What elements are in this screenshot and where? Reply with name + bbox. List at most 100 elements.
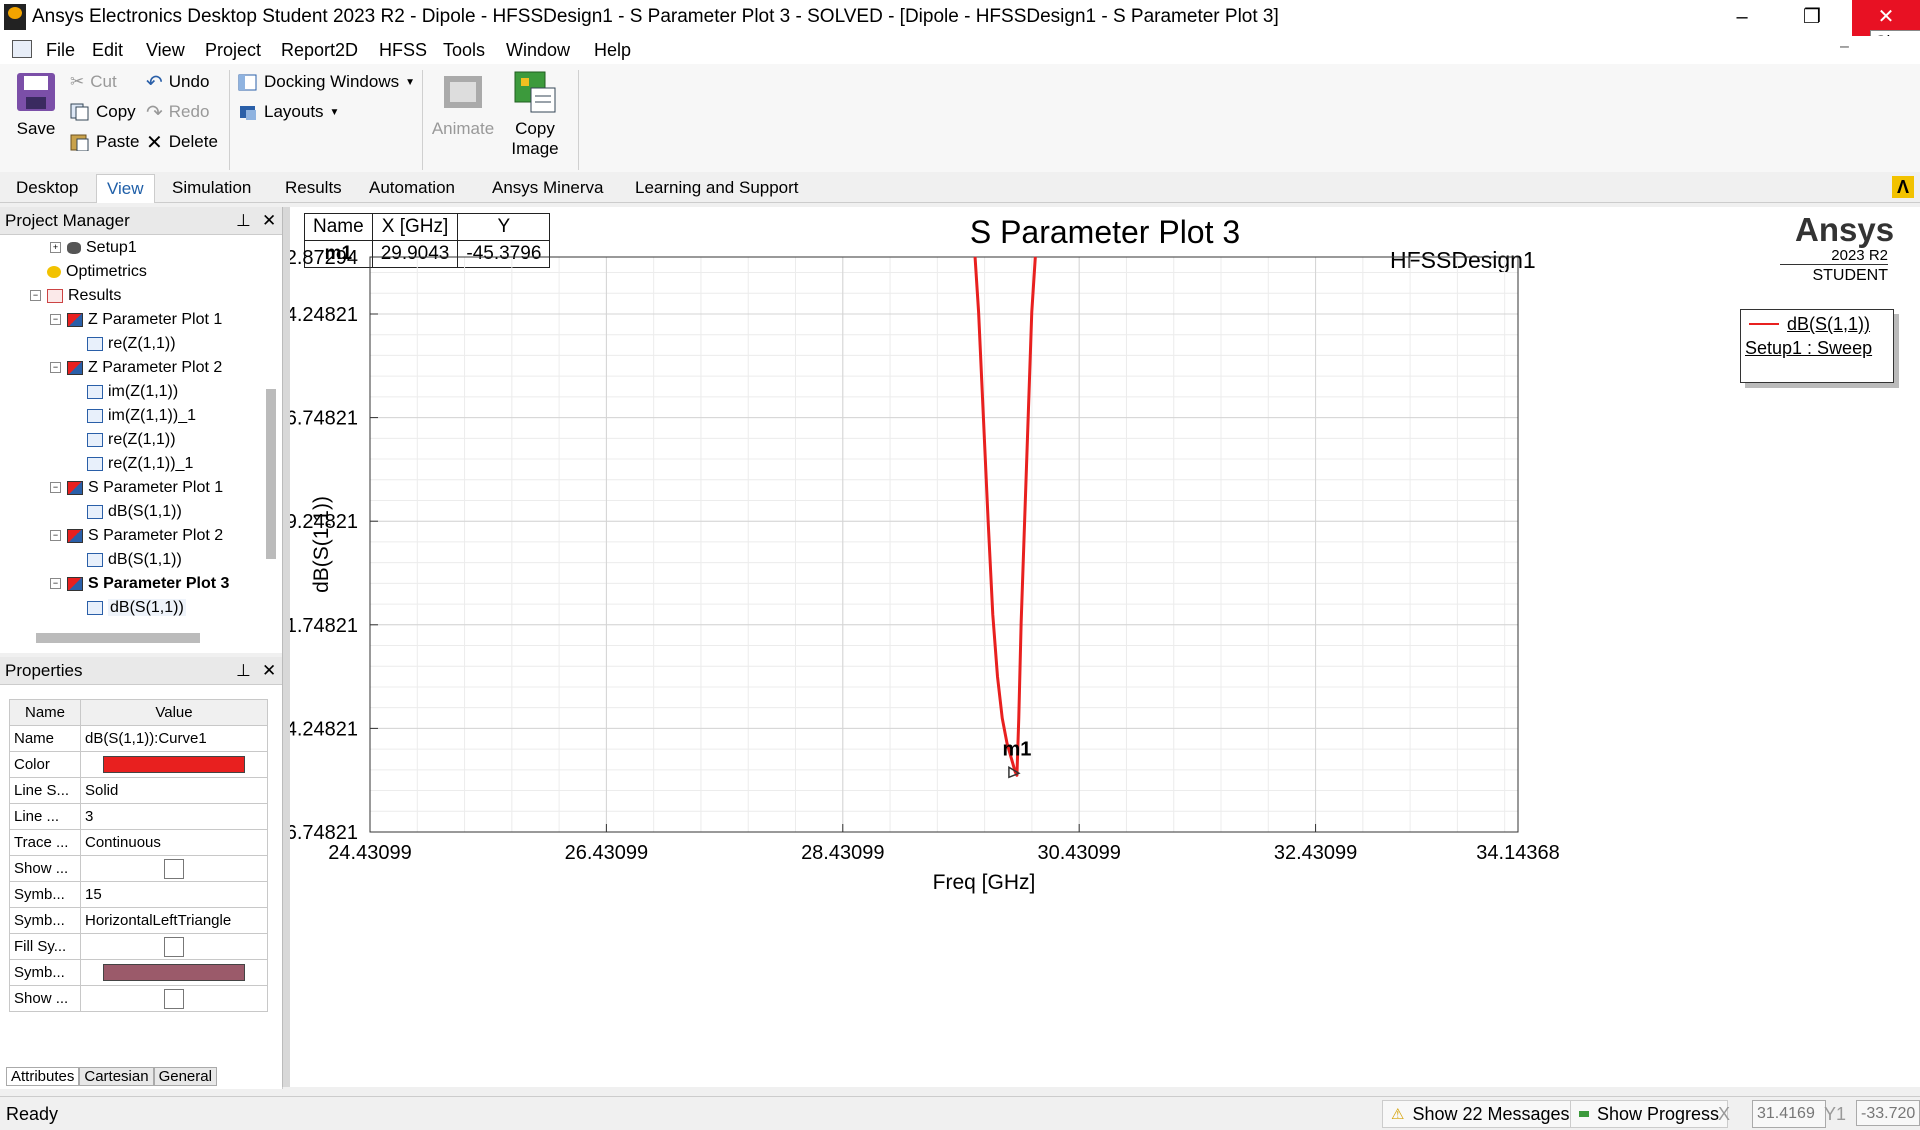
minimize-button[interactable]: –	[1712, 0, 1772, 36]
menu-view[interactable]: View	[146, 40, 185, 61]
tree-item-label: Z Parameter Plot 1	[88, 311, 223, 328]
property-value[interactable]	[80, 985, 268, 1012]
tab-view[interactable]: View	[96, 174, 155, 203]
cut-button[interactable]: ✂ Cut	[70, 70, 139, 94]
property-checkbox[interactable]	[164, 988, 184, 1009]
tree-item[interactable]: dB(S(1,1))	[70, 549, 182, 571]
redo-button[interactable]: ↷ Redo	[146, 100, 218, 124]
ribbon-separator	[578, 70, 579, 170]
tab-general[interactable]: General	[153, 1067, 217, 1086]
layouts-button[interactable]: Layouts ▼	[238, 100, 415, 124]
menu-hfss[interactable]: HFSS	[379, 40, 427, 61]
property-value[interactable]: HorizontalLeftTriangle	[80, 907, 268, 934]
delete-button[interactable]: ✕ Delete	[146, 130, 218, 154]
tree-item[interactable]: − S Parameter Plot 2	[50, 525, 223, 547]
collapse-icon[interactable]: −	[50, 530, 61, 542]
menu-edit[interactable]: Edit	[92, 40, 123, 61]
animate-button[interactable]: Animate	[428, 70, 498, 139]
property-row[interactable]: Show ...	[9, 855, 268, 882]
tab-results[interactable]: Results	[285, 178, 342, 198]
property-value[interactable]: Continuous	[80, 829, 268, 856]
tree-horizontal-scrollbar[interactable]	[36, 633, 200, 643]
tab-desktop[interactable]: Desktop	[16, 178, 78, 198]
menu-tools[interactable]: Tools	[443, 40, 485, 61]
property-row[interactable]: Trace ... Continuous	[9, 829, 268, 856]
tab-simulation[interactable]: Simulation	[172, 178, 251, 198]
document-menu-icon[interactable]	[12, 40, 32, 58]
paste-button[interactable]: Paste	[70, 130, 139, 154]
tree-item[interactable]: re(Z(1,1))_1	[70, 453, 193, 475]
menu-report2d[interactable]: Report2D	[281, 40, 358, 61]
tab-attributes[interactable]: Attributes	[6, 1067, 80, 1086]
property-value[interactable]	[80, 959, 268, 986]
tab-learning-and-support[interactable]: Learning and Support	[635, 178, 799, 198]
collapse-icon[interactable]: −	[50, 578, 61, 590]
restore-button[interactable]: ❐	[1782, 0, 1842, 36]
tree-item[interactable]: im(Z(1,1))	[70, 381, 178, 403]
tree-item[interactable]: − S Parameter Plot 3	[50, 573, 229, 595]
property-row[interactable]: Symb... 15	[9, 881, 268, 908]
docking-windows-icon	[238, 74, 257, 91]
s-parameter-chart[interactable]: 24.43099 26.43099 28.43099 30.43099 32.43099…	[290, 207, 1920, 1087]
show-progress-button[interactable]: Show Progress	[1570, 1100, 1729, 1128]
property-row[interactable]: Fill Sy...	[9, 933, 268, 960]
copy-button[interactable]: Copy	[70, 100, 139, 124]
app-icon[interactable]	[4, 4, 26, 30]
property-value[interactable]	[80, 855, 268, 882]
tab-automation[interactable]: Automation	[369, 178, 455, 198]
layouts-icon	[240, 106, 256, 120]
property-checkbox[interactable]	[164, 858, 184, 879]
show-messages-button[interactable]: ⚠ Show 22 Messages	[1382, 1100, 1579, 1128]
tree-item[interactable]: re(Z(1,1))	[70, 333, 176, 355]
property-value[interactable]: Solid	[80, 777, 268, 804]
tab-ansys-minerva[interactable]: Ansys Minerva	[492, 178, 603, 198]
collapse-icon[interactable]: −	[50, 362, 61, 374]
collapse-icon[interactable]: −	[50, 314, 61, 326]
menu-file[interactable]: File	[46, 40, 75, 61]
tree-vertical-scrollbar[interactable]	[266, 389, 276, 559]
tree-item[interactable]: − Results	[30, 285, 121, 307]
tree-item[interactable]: dB(S(1,1))	[70, 501, 182, 523]
property-row[interactable]: Symb...	[9, 959, 268, 986]
docking-windows-button[interactable]: Docking Windows ▼	[238, 70, 415, 94]
property-value[interactable]: dB(S(1,1)):Curve1	[80, 725, 268, 752]
menu-help[interactable]: Help	[594, 40, 631, 61]
ribbon-minimize-icon[interactable]: –	[1840, 38, 1849, 56]
pin-icon[interactable]: ⊥	[236, 207, 251, 235]
tab-cartesian[interactable]: Cartesian	[79, 1067, 154, 1086]
property-row[interactable]: Show ...	[9, 985, 268, 1012]
color-swatch[interactable]	[103, 756, 245, 773]
property-value[interactable]: 3	[80, 803, 268, 830]
color-swatch[interactable]	[103, 964, 245, 981]
tree-item[interactable]: − S Parameter Plot 1	[50, 477, 223, 499]
property-checkbox[interactable]	[164, 936, 184, 957]
save-button[interactable]: Save	[10, 70, 62, 139]
tree-item[interactable]: − Z Parameter Plot 2	[50, 357, 222, 379]
property-row[interactable]: Name dB(S(1,1)):Curve1	[9, 725, 268, 752]
tree-item[interactable]: im(Z(1,1))_1	[70, 405, 196, 427]
property-value[interactable]	[80, 933, 268, 960]
tree-item[interactable]: − Z Parameter Plot 1	[50, 309, 222, 331]
tree-item[interactable]: + Setup1	[50, 237, 137, 259]
property-row[interactable]: Line ... 3	[9, 803, 268, 830]
tree-item[interactable]: re(Z(1,1))	[70, 429, 176, 451]
collapse-icon[interactable]: −	[30, 290, 41, 302]
menu-project[interactable]: Project	[205, 40, 261, 61]
undo-button[interactable]: ↶ Undo	[146, 70, 218, 94]
property-row[interactable]: Color	[9, 751, 268, 778]
menu-window[interactable]: Window	[506, 40, 570, 61]
property-row[interactable]: Symb... HorizontalLeftTriangle	[9, 907, 268, 934]
expand-icon[interactable]: +	[50, 242, 61, 254]
close-icon[interactable]: ✕	[262, 657, 276, 685]
pin-icon[interactable]: ⊥	[236, 657, 251, 685]
plot-legend[interactable]: dB(S(1,1)) Setup1 : Sweep	[1740, 309, 1894, 383]
property-value[interactable]	[80, 751, 268, 778]
property-row[interactable]: Line S... Solid	[9, 777, 268, 804]
property-value[interactable]: 15	[80, 881, 268, 908]
tree-item[interactable]: Optimetrics	[30, 261, 147, 283]
close-icon[interactable]: ✕	[262, 207, 276, 235]
property-name: Trace ...	[9, 829, 81, 856]
copy-image-button[interactable]: Copy Image	[502, 70, 568, 159]
tree-item[interactable]: dB(S(1,1))	[70, 597, 186, 619]
collapse-icon[interactable]: −	[50, 482, 61, 494]
